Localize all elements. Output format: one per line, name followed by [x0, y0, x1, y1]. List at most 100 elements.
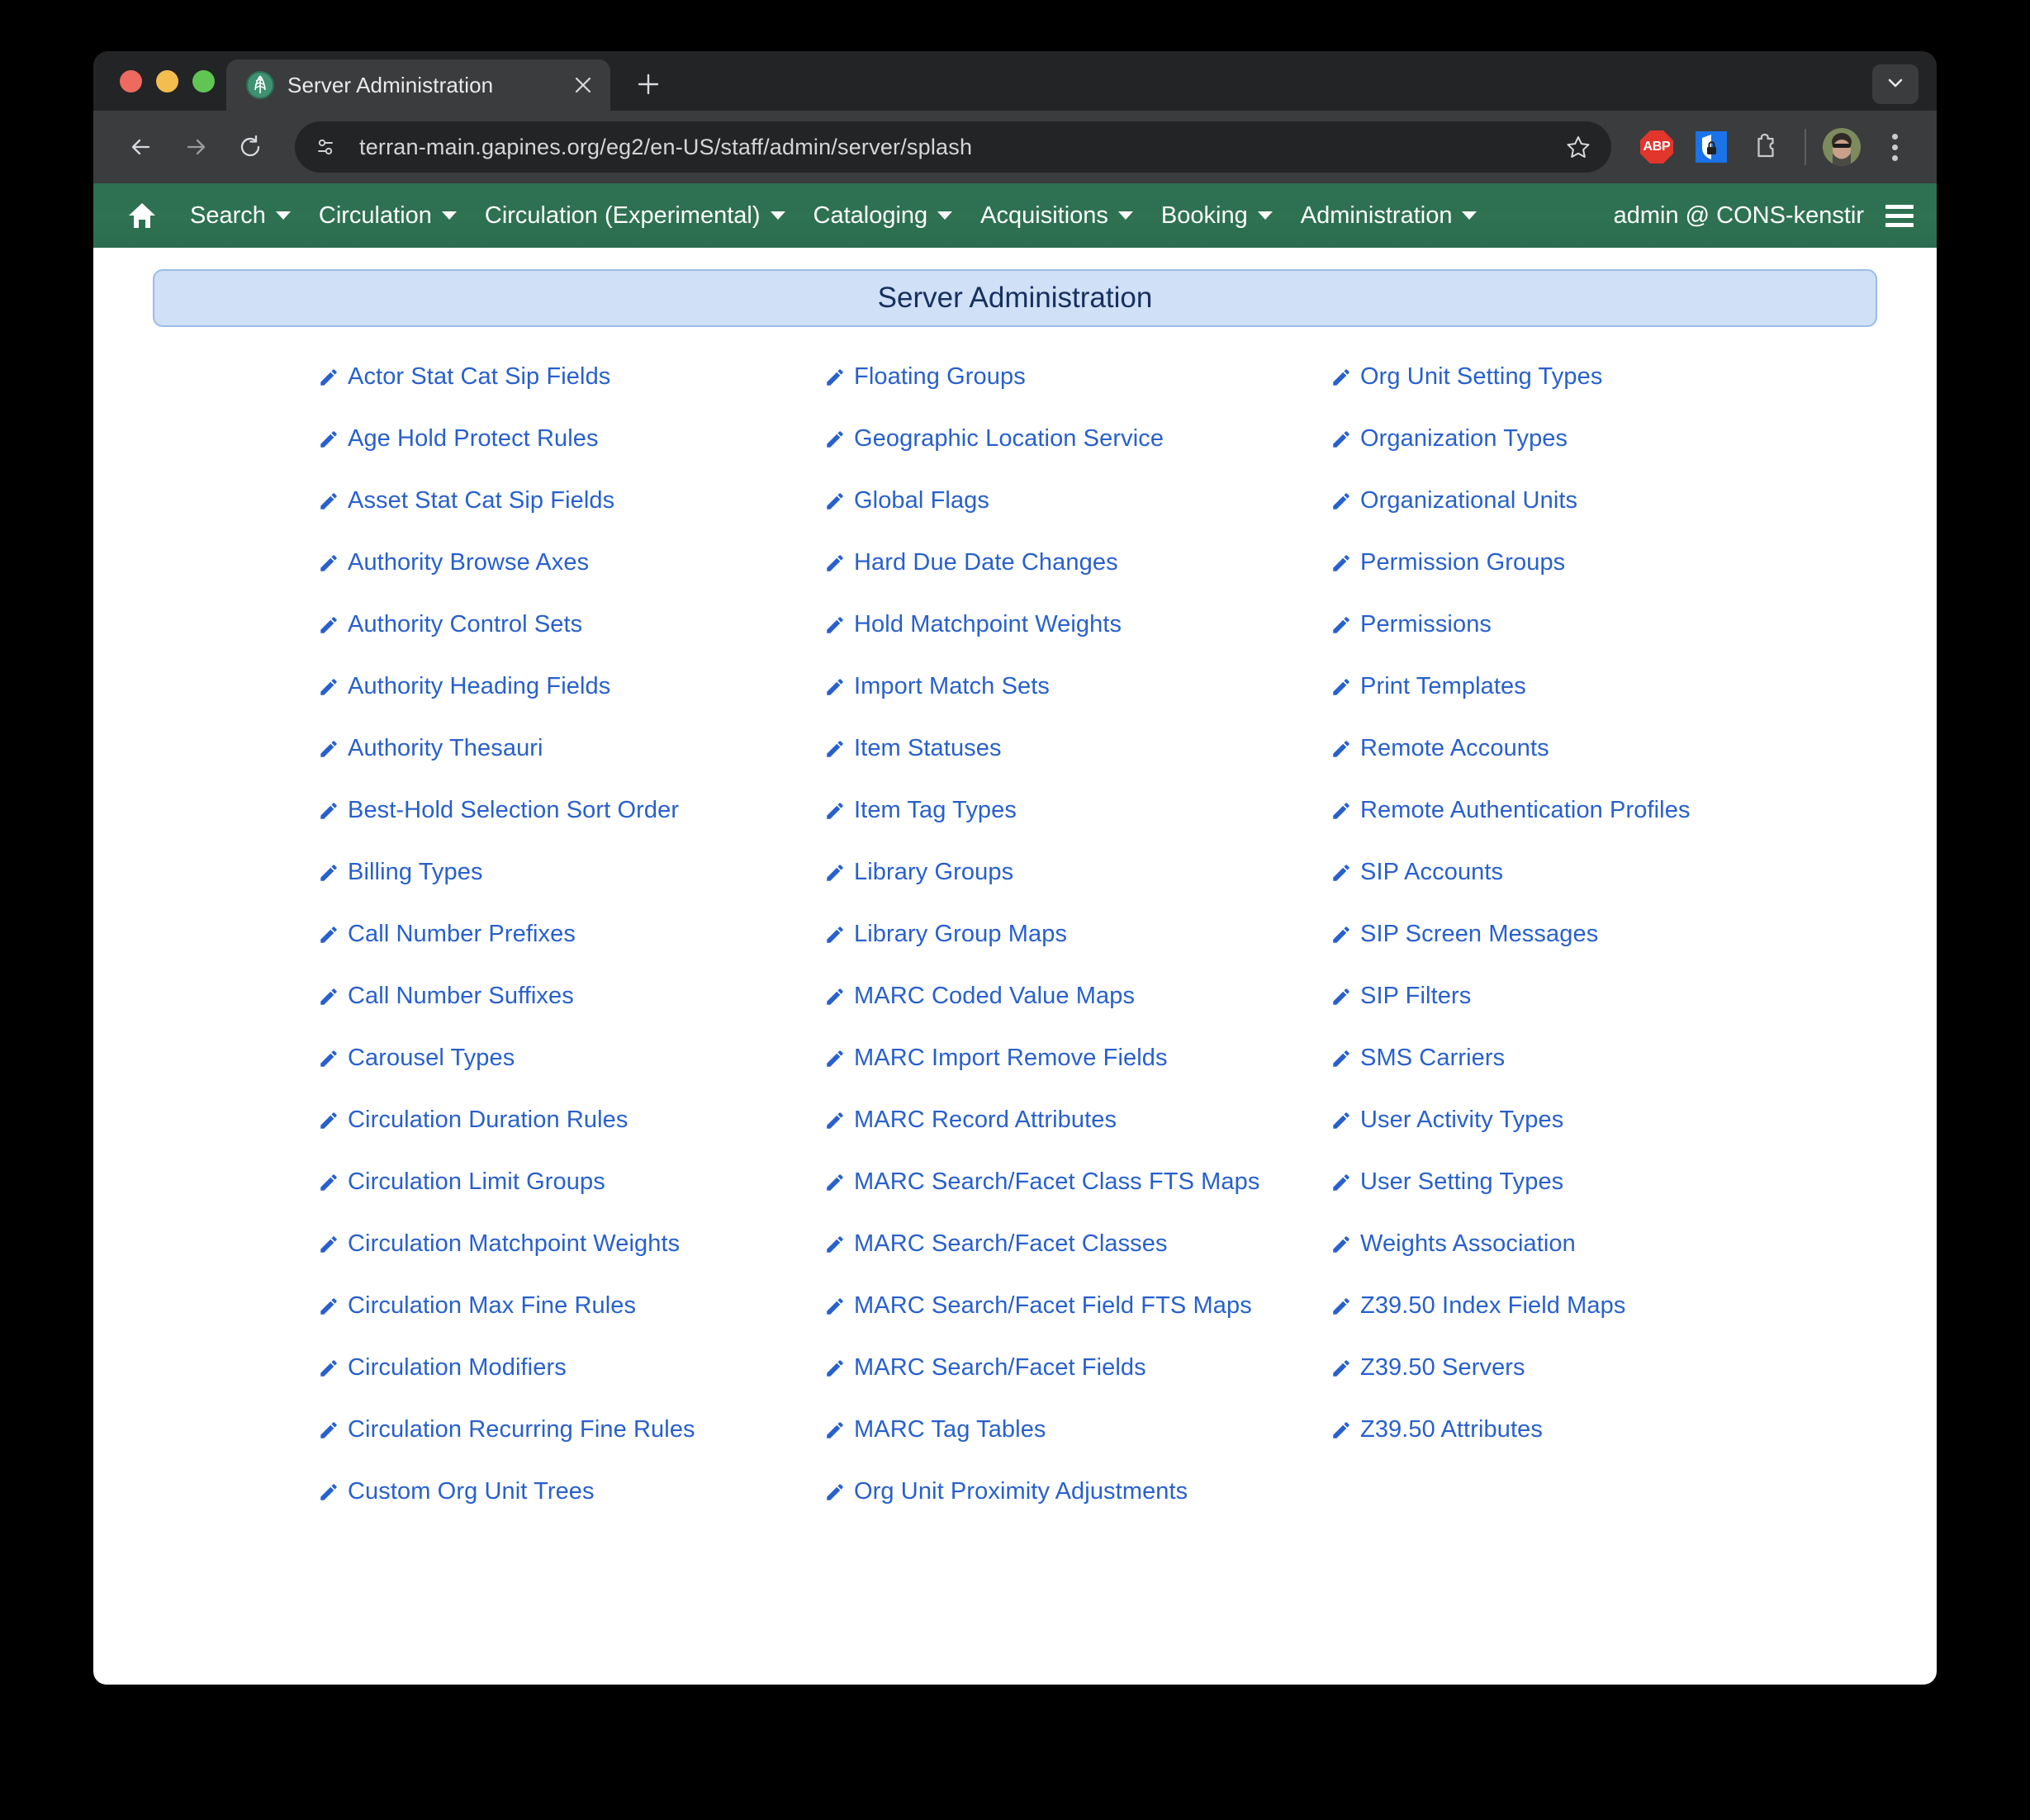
admin-link[interactable]: Authority Heading Fields [318, 671, 824, 733]
admin-link[interactable]: Weights Association [1330, 1229, 1837, 1291]
admin-link[interactable]: Z39.50 Attributes [1330, 1415, 1837, 1476]
admin-link[interactable]: SMS Carriers [1330, 1043, 1837, 1105]
pencil-edit-icon [318, 738, 339, 764]
admin-link[interactable]: Item Tag Types [824, 795, 1330, 857]
admin-link[interactable]: MARC Search/Facet Fields [824, 1353, 1330, 1415]
admin-link[interactable]: SIP Filters [1330, 981, 1837, 1043]
admin-link[interactable]: Hold Matchpoint Weights [824, 609, 1330, 671]
admin-link[interactable]: Org Unit Setting Types [1330, 362, 1837, 424]
admin-link[interactable]: Carousel Types [318, 1043, 824, 1105]
kebab-menu-icon[interactable] [1872, 125, 1917, 169]
admin-link[interactable]: MARC Search/Facet Classes [824, 1229, 1330, 1291]
admin-link[interactable]: Circulation Limit Groups [318, 1167, 824, 1229]
nav-item-administration[interactable]: Administration [1287, 196, 1492, 236]
current-user-label[interactable]: admin @ CONS-kenstir [1614, 202, 1885, 230]
new-tab-button[interactable] [625, 61, 671, 107]
admin-link[interactable]: Organizational Units [1330, 486, 1837, 547]
admin-link[interactable]: Age Hold Protect Rules [318, 424, 824, 486]
pencil-edit-icon [318, 986, 339, 1012]
admin-link[interactable]: Billing Types [318, 857, 824, 919]
extensions-puzzle-icon[interactable] [1743, 125, 1788, 169]
nav-item-acquisitions[interactable]: Acquisitions [966, 196, 1147, 236]
admin-link[interactable]: Asset Stat Cat Sip Fields [318, 486, 824, 547]
admin-link[interactable]: Geographic Location Service [824, 424, 1330, 486]
admin-link[interactable]: MARC Coded Value Maps [824, 981, 1330, 1043]
admin-link[interactable]: Item Statuses [824, 733, 1330, 795]
tab-search-button[interactable] [1872, 64, 1919, 104]
admin-link[interactable]: Circulation Max Fine Rules [318, 1291, 824, 1353]
adblock-plus-icon[interactable]: ABP [1634, 125, 1679, 169]
admin-link[interactable]: Authority Thesauri [318, 733, 824, 795]
pencil-edit-icon [318, 491, 339, 516]
admin-link[interactable]: SIP Accounts [1330, 857, 1837, 919]
site-info-tune-icon[interactable] [306, 128, 344, 166]
admin-link[interactable]: Hard Due Date Changes [824, 547, 1330, 609]
admin-link[interactable]: Permissions [1330, 609, 1837, 671]
admin-link[interactable]: Call Number Prefixes [318, 919, 824, 981]
hamburger-menu-icon[interactable] [1885, 204, 1914, 227]
admin-link[interactable]: Organization Types [1330, 424, 1837, 486]
address-bar[interactable]: terran-main.gapines.org/eg2/en-US/staff/… [295, 121, 1611, 173]
pencil-edit-icon [1330, 1048, 1352, 1074]
url-text[interactable]: terran-main.gapines.org/eg2/en-US/staff/… [359, 135, 1557, 160]
admin-link-column-3: Org Unit Setting Types Organization Types… [1330, 362, 1837, 1538]
admin-link[interactable]: Call Number Suffixes [318, 981, 824, 1043]
admin-link[interactable]: Circulation Modifiers [318, 1353, 824, 1415]
admin-link[interactable]: SIP Screen Messages [1330, 919, 1837, 981]
admin-link[interactable]: Circulation Recurring Fine Rules [318, 1415, 824, 1476]
admin-link-column-2: Floating Groups Geographic Location Servi… [824, 362, 1330, 1538]
nav-item-circulation-experimental[interactable]: Circulation (Experimental) [471, 196, 799, 236]
admin-link[interactable]: MARC Tag Tables [824, 1415, 1330, 1476]
admin-link[interactable]: User Setting Types [1330, 1167, 1837, 1229]
admin-link[interactable]: Org Unit Proximity Adjustments [824, 1476, 1330, 1538]
browser-window: Server Administration terran-main.gapine… [93, 51, 1937, 1685]
nav-item-cataloging[interactable]: Cataloging [799, 196, 967, 236]
close-window-button[interactable] [120, 69, 142, 92]
admin-link[interactable]: Floating Groups [824, 362, 1330, 424]
nav-item-circulation[interactable]: Circulation [305, 196, 471, 236]
admin-link[interactable]: Print Templates [1330, 671, 1837, 733]
admin-link[interactable]: MARC Record Attributes [824, 1105, 1330, 1167]
nav-item-search[interactable]: Search [176, 196, 305, 236]
home-icon[interactable] [118, 200, 176, 231]
admin-link[interactable]: MARC Import Remove Fields [824, 1043, 1330, 1105]
admin-link[interactable]: Authority Browse Axes [318, 547, 824, 609]
admin-link[interactable]: Import Match Sets [824, 671, 1330, 733]
admin-link[interactable]: Library Groups [824, 857, 1330, 919]
admin-link[interactable]: Remote Accounts [1330, 733, 1837, 795]
browser-tab[interactable]: Server Administration [226, 59, 610, 111]
admin-link[interactable]: Custom Org Unit Trees [318, 1476, 824, 1538]
admin-link[interactable]: Circulation Matchpoint Weights [318, 1229, 824, 1291]
forward-arrow-icon[interactable] [171, 122, 221, 172]
minimize-window-button[interactable] [156, 69, 178, 92]
admin-link-label: MARC Tag Tables [854, 1416, 1046, 1443]
pencil-edit-icon [318, 924, 339, 950]
admin-link[interactable]: Remote Authentication Profiles [1330, 795, 1837, 857]
admin-link-label: Import Match Sets [854, 673, 1050, 699]
admin-link[interactable]: Z39.50 Servers [1330, 1353, 1837, 1415]
nav-item-booking[interactable]: Booking [1147, 196, 1287, 236]
admin-link[interactable]: Z39.50 Index Field Maps [1330, 1291, 1837, 1353]
admin-link[interactable]: Global Flags [824, 486, 1330, 547]
admin-link-label: User Setting Types [1360, 1168, 1564, 1195]
admin-link-label: SMS Carriers [1360, 1045, 1506, 1071]
admin-link[interactable]: Circulation Duration Rules [318, 1105, 824, 1167]
privacy-shield-icon[interactable] [1689, 125, 1734, 169]
admin-link[interactable]: Actor Stat Cat Sip Fields [318, 362, 824, 424]
admin-link[interactable]: MARC Search/Facet Class FTS Maps [824, 1167, 1330, 1229]
admin-link[interactable]: MARC Search/Facet Field FTS Maps [824, 1291, 1330, 1353]
admin-link-label: Circulation Duration Rules [348, 1107, 628, 1133]
star-icon[interactable] [1557, 126, 1600, 168]
avatar[interactable] [1823, 128, 1861, 166]
admin-link[interactable]: Best-Hold Selection Sort Order [318, 795, 824, 857]
admin-link[interactable]: Permission Groups [1330, 547, 1837, 609]
close-icon[interactable] [567, 69, 599, 101]
admin-link[interactable]: Authority Control Sets [318, 609, 824, 671]
back-arrow-icon[interactable] [116, 122, 166, 172]
reload-icon[interactable] [225, 122, 275, 172]
admin-link-label: Call Number Suffixes [348, 983, 574, 1009]
maximize-window-button[interactable] [192, 69, 215, 92]
admin-link[interactable]: Library Group Maps [824, 919, 1330, 981]
admin-link-label: Z39.50 Index Field Maps [1360, 1292, 1626, 1319]
admin-link[interactable]: User Activity Types [1330, 1105, 1837, 1167]
